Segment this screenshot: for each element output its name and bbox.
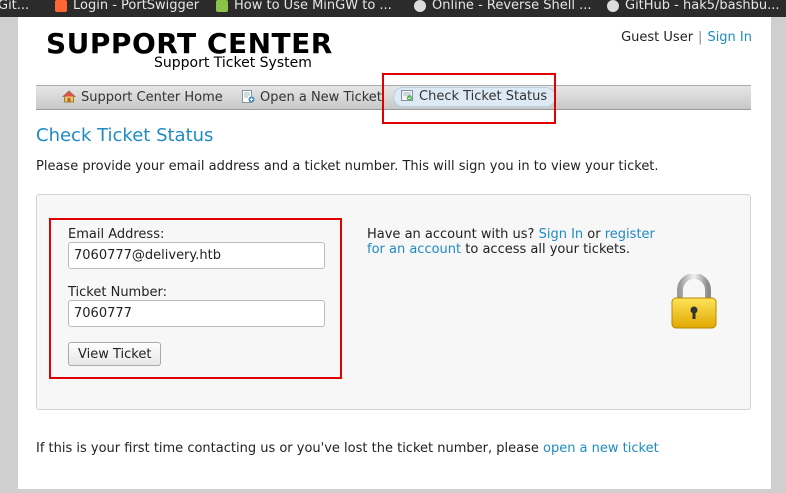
- check-ticket-panel: Email Address: Ticket Number: View Ticke…: [36, 194, 751, 410]
- portswigger-icon: [55, 0, 67, 12]
- footer-text: If this is your first time contacting us…: [36, 441, 659, 456]
- ticket-number-label: Ticket Number:: [68, 285, 167, 300]
- bookmark-reverse-shell[interactable]: Online - Reverse Shell ...: [414, 0, 592, 16]
- nav-item-home[interactable]: Support Center Home: [62, 89, 223, 107]
- site-logo-subtitle: Support Ticket System: [154, 55, 312, 71]
- sign-in-link[interactable]: Sign In: [707, 30, 752, 45]
- account-suffix: to access all your tickets.: [465, 242, 631, 257]
- footer-message: If this is your first time contacting us…: [36, 441, 539, 456]
- ticket-number-field[interactable]: [68, 300, 325, 327]
- nav-item-label: Support Center Home: [81, 90, 223, 105]
- account-or: or: [587, 227, 601, 242]
- guest-user-label: Guest User: [621, 30, 694, 45]
- nav-item-label: Open a New Ticket: [260, 90, 382, 105]
- skull-icon: [414, 0, 426, 12]
- bookmarks-bar: Git... Login - PortSwigger How to Use Mi…: [0, 0, 786, 17]
- bookmark-label: Login - PortSwigger: [73, 0, 200, 13]
- nav-item-new-ticket[interactable]: Open a New Ticket: [241, 89, 382, 107]
- bookmark-label: Online - Reverse Shell ...: [432, 0, 592, 13]
- user-bar-separator: |: [698, 30, 703, 45]
- account-prefix: Have an account with us?: [367, 227, 535, 242]
- lock-icon: [671, 274, 717, 329]
- account-sign-in-link[interactable]: Sign In: [539, 227, 584, 242]
- bookmark-mingw[interactable]: How to Use MinGW to ...: [216, 0, 392, 16]
- email-field[interactable]: [68, 242, 325, 269]
- view-ticket-button[interactable]: View Ticket: [68, 342, 162, 366]
- github-icon: [607, 0, 619, 12]
- bookmark-label: GitHub - hak5/bashbu...: [625, 0, 780, 13]
- main-nav: Support Center Home Open a New Ticket Ch…: [36, 85, 751, 110]
- account-info: Have an account with us? Sign In or regi…: [367, 227, 657, 257]
- bookmark-label: How to Use MinGW to ...: [234, 0, 392, 13]
- email-label: Email Address:: [68, 227, 165, 242]
- nav-item-check-status[interactable]: Check Ticket Status: [393, 87, 557, 107]
- home-icon: [62, 90, 76, 103]
- intro-text: Please provide your email address and a …: [36, 159, 659, 174]
- bookmark-git[interactable]: Git...: [0, 0, 29, 16]
- bookmark-github[interactable]: GitHub - hak5/bashbu...: [607, 0, 780, 16]
- user-bar: Guest User | Sign In: [621, 30, 752, 45]
- bookmark-label: Git...: [0, 0, 30, 13]
- open-new-ticket-link[interactable]: open a new ticket: [543, 441, 659, 456]
- support-page: SUPPORT CENTER Support Ticket System Gue…: [18, 17, 771, 489]
- page-title: Check Ticket Status: [36, 125, 214, 146]
- ticket-status-icon: [401, 90, 413, 101]
- new-ticket-icon: [242, 90, 255, 103]
- nav-item-label: Check Ticket Status: [419, 89, 548, 104]
- bookmark-portswigger[interactable]: Login - PortSwigger: [55, 0, 199, 16]
- wikihow-icon: [216, 0, 228, 12]
